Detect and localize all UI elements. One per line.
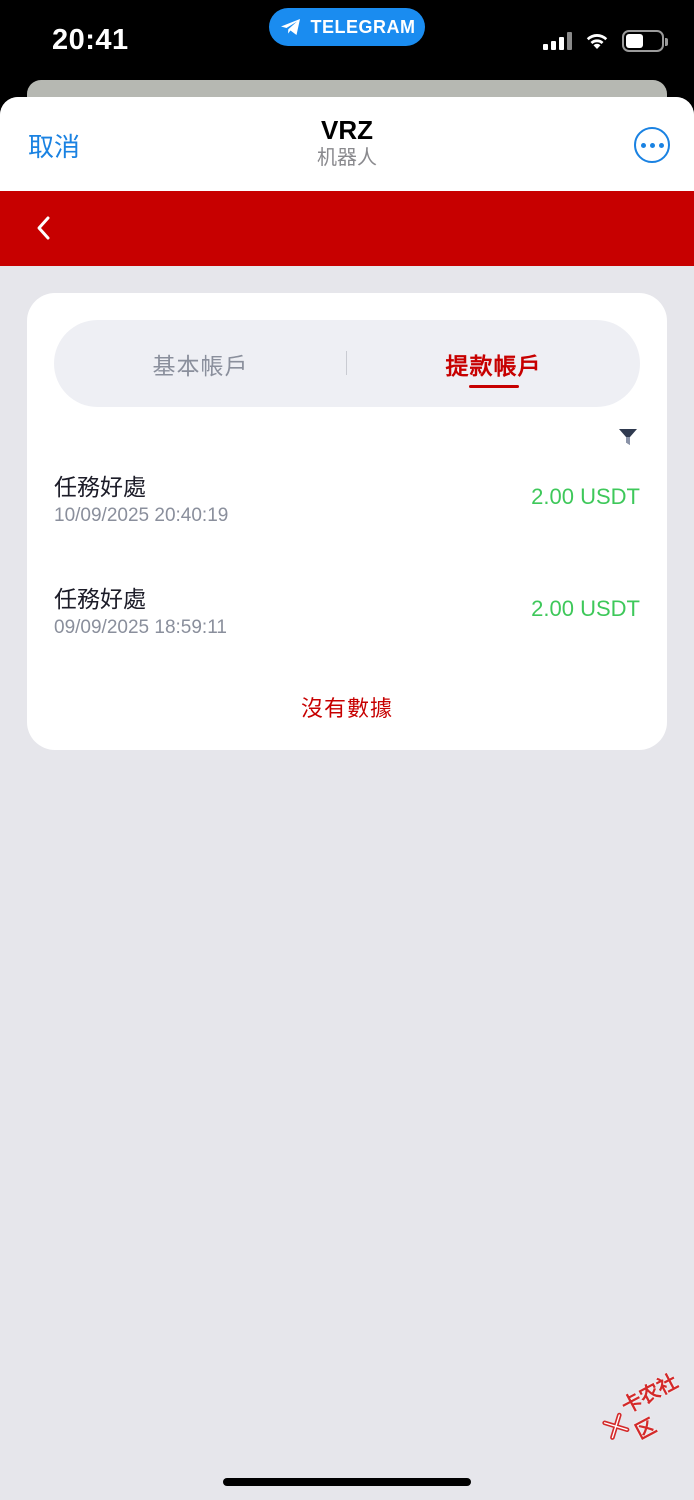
tab-withdraw-account[interactable]: 提款帳戶	[347, 320, 640, 407]
more-dot-icon	[658, 142, 664, 148]
no-data-message: 沒有數據	[300, 696, 393, 721]
bot-title: VRZ	[321, 115, 373, 145]
more-dot-icon	[649, 142, 655, 148]
account-card: 基本帳戶 提款帳戶 任務好處 10/09/2025 20:40:19 2.00 …	[27, 293, 667, 750]
transaction-title: 任務好處	[54, 586, 146, 612]
chevron-left-icon	[37, 216, 50, 240]
transaction-amount: 2.00 USDT	[531, 484, 640, 509]
more-dot-icon	[640, 142, 646, 148]
title-block: VRZ 机器人	[0, 115, 694, 171]
active-tab-indicator	[469, 385, 519, 388]
cellular-signal-icon	[543, 32, 572, 50]
battery-level	[626, 34, 643, 48]
transaction-amount: 2.00 USDT	[531, 596, 640, 621]
back-button[interactable]	[28, 213, 58, 243]
tab-withdraw-label: 提款帳戶	[445, 352, 542, 379]
transaction-datetime: 09/09/2025 18:59:11	[54, 617, 227, 638]
telegram-pill-label: TELEGRAM	[310, 16, 416, 37]
page-toolbar	[0, 191, 694, 266]
status-bar: 20:41 TELEGRAM	[0, 0, 694, 82]
more-options-button[interactable]	[634, 127, 670, 163]
tab-basic-account[interactable]: 基本帳戶	[54, 320, 347, 407]
transaction-row[interactable]: 任務好處 10/09/2025 20:40:19 2.00 USDT	[54, 468, 640, 538]
home-indicator[interactable]	[223, 1478, 471, 1486]
account-tabs: 基本帳戶 提款帳戶	[54, 320, 640, 407]
transaction-row[interactable]: 任務好處 09/09/2025 18:59:11 2.00 USDT	[54, 580, 640, 650]
battery-icon	[622, 30, 668, 52]
filter-icon[interactable]	[618, 428, 638, 446]
transaction-title: 任務好處	[54, 474, 146, 500]
transaction-datetime: 10/09/2025 20:40:19	[54, 505, 229, 526]
wifi-icon	[586, 34, 608, 49]
mini-app-header: 取消 VRZ 机器人	[0, 97, 694, 191]
status-icons	[543, 30, 668, 52]
bot-subtitle: 机器人	[317, 147, 377, 169]
mini-app-sheet: 取消 VRZ 机器人 基本帳戶 提款帳戶 任務好處 10/09/2025 20:…	[0, 97, 694, 1500]
telegram-return-pill[interactable]: TELEGRAM	[269, 8, 425, 46]
status-time: 20:41	[52, 24, 129, 56]
telegram-icon	[280, 19, 300, 35]
